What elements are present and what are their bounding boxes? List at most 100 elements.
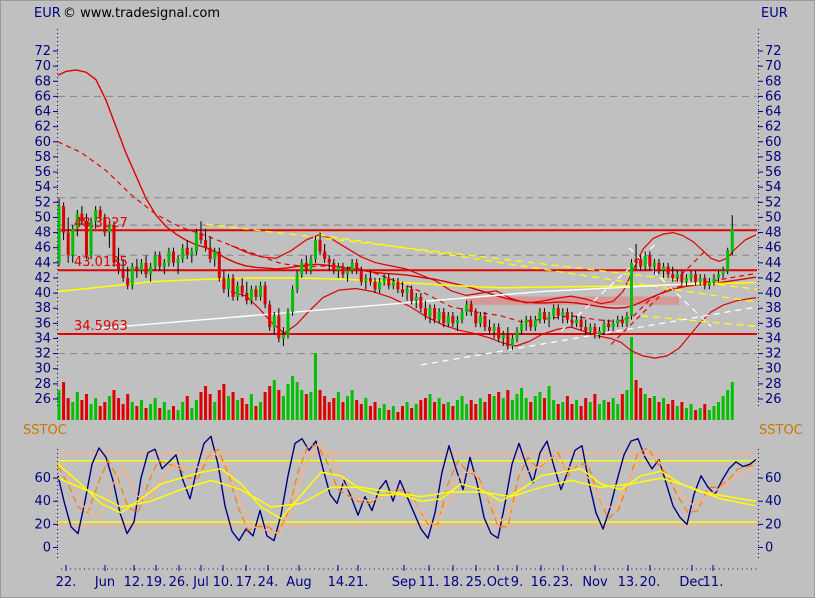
volume-bar: [694, 410, 697, 420]
volume-bar: [396, 412, 399, 420]
trading-chart-window: 7272707068686666646462626060585856565454…: [0, 0, 815, 598]
volume-bar: [236, 400, 239, 420]
volume-bar: [671, 400, 674, 420]
candle-body: [213, 251, 216, 259]
volume-bar: [131, 402, 134, 420]
volume-bar: [516, 394, 519, 420]
date-label: Oct: [487, 575, 509, 590]
price-tick-label-left: 58: [34, 150, 51, 165]
candle-body: [140, 263, 143, 271]
candle-body: [580, 320, 583, 328]
candle-body: [438, 312, 441, 320]
candle-body: [479, 316, 482, 324]
volume-bar: [154, 398, 157, 420]
date-label: 21.: [348, 575, 369, 590]
volume-bar: [685, 408, 688, 420]
date-label: 10.: [213, 575, 234, 590]
volume-bar: [364, 398, 367, 420]
volume-bar: [158, 408, 161, 420]
volume-bar: [543, 398, 546, 420]
currency-label-right: EUR: [761, 7, 788, 20]
price-tick-label-right: 44: [765, 256, 782, 271]
volume-bar: [493, 396, 496, 420]
volume-bar: [644, 394, 647, 420]
candle-body: [506, 335, 509, 346]
volume-bar: [497, 392, 500, 420]
candle-body: [488, 327, 491, 331]
date-label: 13.: [618, 575, 639, 590]
price-tick-label-right: 40: [765, 286, 782, 301]
candle-body: [218, 251, 221, 277]
candle-body: [332, 263, 335, 271]
date-label: 19.: [146, 575, 167, 590]
volume-bar: [103, 402, 106, 420]
candle-body: [635, 259, 638, 263]
support-price-label: 34.5963: [74, 320, 128, 333]
volume-bar: [561, 402, 564, 420]
candle-body: [593, 327, 596, 335]
volume-bar: [548, 386, 551, 420]
sstoc-tick-label-right: 20: [765, 517, 782, 532]
date-label: 23.: [553, 575, 574, 590]
volume-bar: [625, 390, 628, 420]
price-tick-label-left: 56: [34, 165, 51, 180]
candle-body: [401, 289, 404, 293]
candle-body: [378, 282, 381, 290]
candle-body: [273, 316, 276, 327]
candle-body: [516, 331, 519, 339]
price-tick-label-right: 68: [765, 74, 782, 89]
volume-bar: [731, 382, 734, 420]
volume-bar: [177, 410, 180, 420]
sstoc-slow-salmon: [58, 443, 756, 533]
volume-bar: [282, 396, 285, 420]
candle-body: [259, 286, 262, 297]
candle-body: [360, 270, 363, 281]
candle-body: [250, 289, 253, 300]
volume-bar: [722, 396, 725, 420]
volume-bar: [529, 402, 532, 420]
candle-body: [245, 293, 248, 301]
price-tick-label-right: 38: [765, 301, 782, 316]
price-tick-label-right: 52: [765, 195, 782, 210]
volume-bar: [314, 353, 317, 420]
date-label: 9.: [511, 575, 523, 590]
price-tick-label-left: 40: [34, 286, 51, 301]
date-label: 11.: [419, 575, 440, 590]
candle-body: [369, 278, 372, 282]
candle-body: [699, 278, 702, 282]
volume-bar: [387, 410, 390, 420]
volume-bar: [287, 384, 290, 420]
candle-body: [291, 289, 294, 312]
volume-bar: [653, 396, 656, 420]
candle-body: [662, 267, 665, 271]
candle-body: [374, 282, 377, 290]
volume-bar: [360, 404, 363, 420]
volume-bar: [474, 404, 477, 420]
volume-bar: [415, 404, 418, 420]
volume-bar: [108, 396, 111, 420]
candle-body: [639, 259, 642, 267]
volume-bar: [232, 392, 235, 420]
candle-body: [58, 206, 61, 263]
volume-bar: [662, 398, 665, 420]
volume-bar: [406, 402, 409, 420]
candle-body: [314, 240, 317, 259]
volume-bar: [442, 404, 445, 420]
volume-bar: [328, 402, 331, 420]
candle-body: [296, 274, 299, 289]
candle-body: [557, 308, 560, 316]
candle-body: [612, 323, 615, 327]
candle-body: [268, 304, 271, 327]
candle-body: [598, 331, 601, 335]
volume-bar: [621, 394, 624, 420]
chart-canvas: 7272707068686666646462626060585856565454…: [1, 1, 815, 598]
candle-body: [451, 316, 454, 324]
price-tick-label-left: 28: [34, 377, 51, 392]
candle-body: [589, 327, 592, 331]
candle-body: [167, 251, 170, 262]
candle-body: [603, 323, 606, 331]
sstoc-tick-label-left: 20: [34, 517, 51, 532]
volume-bar: [273, 380, 276, 420]
volume-bar: [277, 390, 280, 420]
volume-bar: [479, 398, 482, 420]
